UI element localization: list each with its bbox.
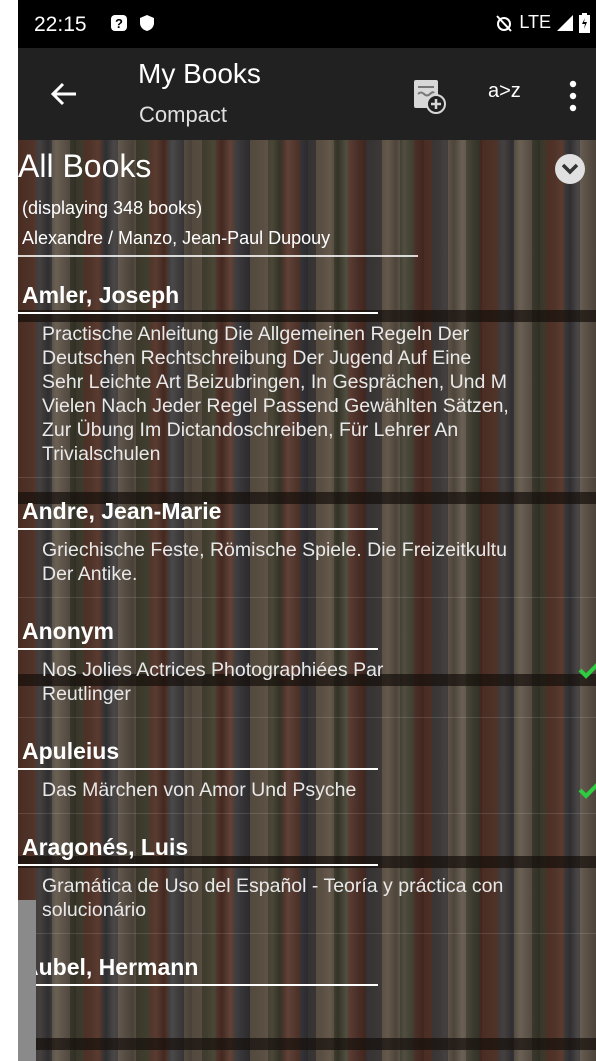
author-header[interactable]: Amler, Joseph (18, 262, 596, 314)
author-underline (18, 984, 378, 986)
author-header[interactable]: Anonym (18, 598, 596, 650)
book-row[interactable]: Das Märchen von Amor Und Psyche (18, 770, 596, 814)
author-name: Apuleius (22, 738, 120, 764)
read-check-icon (578, 783, 596, 799)
book-title: Nos Jolies Actrices Photographiées Par R… (42, 659, 384, 705)
book-title: Practische Anleitung Die Allgemeinen Reg… (42, 323, 509, 465)
toolbar-title: My Books (138, 58, 261, 89)
edge-strip (18, 900, 36, 1061)
book-row[interactable]: Gramática de Uso del Español - Teoría y … (18, 866, 596, 934)
phone-screen: 22:15 ? LTE My Books Compact a>z All Boo… (18, 0, 596, 1061)
sort-button[interactable]: a>z (488, 80, 521, 103)
author-header[interactable]: Aragonés, Luis (18, 814, 596, 866)
book-title: Griechische Feste, Römische Spiele. Die … (42, 539, 507, 585)
expand-chevron-icon[interactable] (554, 153, 586, 185)
read-check-icon (578, 663, 596, 679)
more-options-icon[interactable] (569, 78, 577, 114)
divider (18, 255, 418, 257)
author-name: Amler, Joseph (22, 282, 180, 308)
back-arrow-icon[interactable] (50, 80, 78, 108)
signal-icon (557, 14, 573, 31)
network-type: LTE (519, 12, 551, 32)
author-header[interactable]: Aubel, Hermann (18, 934, 596, 986)
author-name: Aragonés, Luis (22, 834, 189, 860)
list-header: All Books (displaying 348 books) Alexand… (18, 140, 596, 260)
status-bar: 22:15 ? LTE (18, 0, 596, 48)
book-row[interactable]: Practische Anleitung Die Allgemeinen Reg… (18, 314, 596, 478)
bookshelf-title: All Books (18, 148, 152, 184)
author-header[interactable]: Apuleius (18, 718, 596, 770)
notification-question-icon: ? (111, 15, 127, 31)
book-title: Gramática de Uso del Español - Teoría y … (42, 875, 504, 921)
alarm-off-icon (496, 14, 513, 32)
book-row[interactable]: Nos Jolies Actrices Photographiées Par R… (18, 650, 596, 718)
add-book-icon[interactable] (412, 78, 446, 114)
author-name: Anonym (22, 618, 114, 644)
shield-icon (140, 15, 154, 31)
status-time: 22:15 (34, 13, 87, 36)
book-list: Amler, Joseph Practische Anleitung Die Al… (18, 262, 596, 986)
author-name: Aubel, Hermann (22, 954, 199, 980)
author-name: Andre, Jean-Marie (22, 498, 222, 524)
toolbar-subtitle: Compact (139, 102, 228, 127)
book-title: Das Märchen von Amor Und Psyche (42, 779, 357, 801)
author-header[interactable]: Andre, Jean-Marie (18, 478, 596, 530)
app-toolbar: My Books Compact a>z (18, 48, 596, 140)
book-count: (displaying 348 books) (22, 198, 203, 218)
book-row[interactable]: Griechische Feste, Römische Spiele. Die … (18, 530, 596, 598)
author-range: Alexandre / Manzo, Jean-Paul Dupouy (22, 228, 331, 248)
battery-icon (579, 12, 590, 33)
status-right-group: LTE (495, 12, 590, 33)
svg-text:?: ? (115, 16, 123, 31)
